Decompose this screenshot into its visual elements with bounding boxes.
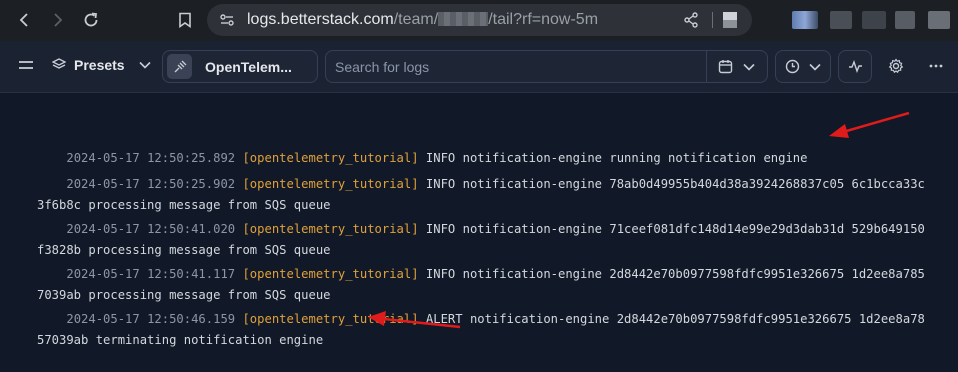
- log-source: [opentelemetry_tutorial]: [242, 222, 419, 236]
- browser-bar: logs.betterstack.com/team/ /tail?rf=now-5…: [0, 0, 958, 41]
- extension-icon[interactable]: [723, 12, 737, 28]
- gear-icon[interactable]: [888, 58, 904, 74]
- log-source: [opentelemetry_tutorial]: [242, 267, 419, 281]
- source-selector[interactable]: OpenTelem...: [162, 50, 318, 83]
- bookmark-icon[interactable]: [173, 8, 197, 32]
- reload-icon[interactable]: [79, 8, 103, 32]
- log-timestamp: 2024-05-17 12:50:25.902: [66, 177, 236, 191]
- profile-avatar[interactable]: [928, 11, 950, 29]
- more-options-icon[interactable]: [929, 64, 943, 68]
- log-entry[interactable]: 2024-05-17 12:50:46.159 [opentelemetry_t…: [37, 288, 927, 372]
- log-timestamp: 2024-05-17 12:50:46.159: [66, 312, 236, 326]
- calendar-icon[interactable]: [718, 59, 733, 74]
- log-tail-view: 2024-05-17 12:50:25.892 [opentelemetry_t…: [0, 94, 958, 347]
- time-range-button[interactable]: [775, 50, 831, 83]
- presets-dropdown[interactable]: Presets: [52, 57, 151, 73]
- source-label: OpenTelem...: [205, 58, 292, 75]
- menu-icon[interactable]: [18, 59, 34, 71]
- log-timestamp: 2024-05-17 12:50:41.020: [66, 222, 236, 236]
- url-text: logs.betterstack.com/team/ /tail?rf=now-5…: [247, 11, 598, 29]
- extension-icon[interactable]: [792, 11, 818, 29]
- extension-icon[interactable]: [862, 11, 886, 29]
- address-bar[interactable]: logs.betterstack.com/team/ /tail?rf=now-5…: [207, 4, 752, 36]
- back-icon[interactable]: [12, 8, 36, 32]
- search-bar[interactable]: Search for logs: [325, 50, 768, 83]
- live-tail-button[interactable]: [838, 50, 872, 83]
- log-timestamp: 2024-05-17 12:50:41.117: [66, 267, 236, 281]
- forward-icon[interactable]: [46, 8, 70, 32]
- layers-icon: [52, 58, 66, 72]
- pulse-icon: [848, 60, 863, 73]
- extension-icon[interactable]: [830, 11, 852, 29]
- presets-label: Presets: [74, 57, 125, 73]
- app-toolbar: Presets OpenTelem... Search for logs: [0, 41, 958, 93]
- divider: [706, 50, 707, 83]
- chevron-down-icon: [139, 61, 151, 69]
- log-source: [opentelemetry_tutorial]: [242, 177, 419, 191]
- share-icon[interactable]: [683, 12, 699, 33]
- annotation-arrow: [368, 311, 461, 329]
- chevron-down-icon[interactable]: [743, 63, 755, 71]
- source-icon: [167, 54, 192, 79]
- url-path-suffix: /tail?rf=now-5m: [488, 11, 599, 28]
- chevron-down-icon: [809, 63, 821, 71]
- search-input[interactable]: Search for logs: [335, 59, 706, 75]
- divider: [712, 12, 713, 28]
- annotation-arrow: [829, 111, 910, 138]
- redacted-team-id: [438, 12, 489, 26]
- clock-icon: [785, 59, 800, 74]
- url-host: logs.betterstack.com: [247, 11, 394, 28]
- extension-icon[interactable]: [895, 11, 915, 29]
- site-info-icon[interactable]: [219, 12, 235, 33]
- url-path-prefix: /team/: [393, 11, 439, 28]
